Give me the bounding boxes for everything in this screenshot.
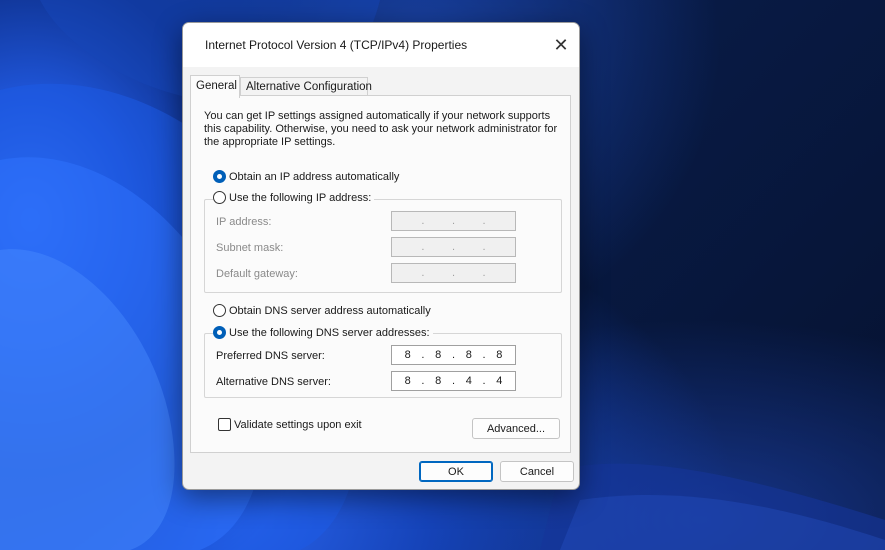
tab-general[interactable]: General [190, 75, 240, 98]
general-panel: You can get IP settings assigned automat… [190, 95, 571, 453]
dns-manual-label: Use the following DNS server addresses: [229, 326, 430, 339]
octet-separator: . [421, 375, 425, 387]
validate-settings-row[interactable]: Validate settings upon exit [218, 418, 362, 431]
octet-separator: . [482, 241, 486, 253]
octet: 8 [465, 349, 472, 361]
octet-separator: . [451, 375, 456, 387]
subnet-mask-label: Subnet mask: [216, 242, 284, 254]
ip-address-label: IP address: [216, 216, 272, 228]
octet: 8 [404, 349, 411, 361]
octet-separator: . [421, 267, 425, 279]
ip-auto-radio[interactable] [213, 170, 226, 183]
octet-separator: . [482, 267, 486, 279]
close-icon: ✕ [553, 34, 569, 55]
cancel-button[interactable]: Cancel [500, 461, 574, 482]
dns-manual-radio[interactable] [213, 326, 226, 339]
dialog-title: Internet Protocol Version 4 (TCP/IPv4) P… [205, 38, 468, 52]
octet: 8 [435, 349, 442, 361]
default-gateway-field[interactable]: . . . [391, 263, 516, 283]
title-bar: Internet Protocol Version 4 (TCP/IPv4) P… [183, 23, 579, 67]
validate-settings-checkbox[interactable] [218, 418, 231, 431]
octet-separator: . [451, 241, 456, 253]
octet-separator: . [451, 215, 456, 227]
octet: 4 [465, 375, 472, 387]
octet-separator: . [482, 215, 486, 227]
subnet-mask-field[interactable]: . . . [391, 237, 516, 257]
intro-text: You can get IP settings assigned automat… [204, 110, 558, 148]
dns-auto-radio[interactable] [213, 304, 226, 317]
tcpip-properties-dialog: Internet Protocol Version 4 (TCP/IPv4) P… [182, 22, 580, 490]
octet-separator: . [482, 375, 486, 387]
octet-separator: . [482, 349, 486, 361]
octet: 8 [404, 375, 411, 387]
octet-separator: . [421, 349, 425, 361]
preferred-dns-label: Preferred DNS server: [216, 350, 325, 362]
octet: 8 [435, 375, 442, 387]
dns-manual-radio-row[interactable]: Use the following DNS server addresses: [213, 326, 433, 339]
validate-settings-label: Validate settings upon exit [234, 418, 362, 431]
alternative-dns-field[interactable]: 8. 8. 4. 4 [391, 371, 516, 391]
ip-auto-label: Obtain an IP address automatically [229, 170, 400, 183]
ip-auto-radio-row[interactable]: Obtain an IP address automatically [213, 170, 399, 183]
ip-address-field[interactable]: . . . [391, 211, 516, 231]
octet-separator: . [421, 215, 425, 227]
ip-manual-radio-row[interactable]: Use the following IP address: [213, 191, 375, 204]
tab-alternative-configuration[interactable]: Alternative Configuration [240, 77, 372, 97]
octet: 8 [496, 349, 503, 361]
preferred-dns-field[interactable]: 8. 8. 8. 8 [391, 345, 516, 365]
ok-button[interactable]: OK [419, 461, 493, 482]
close-button[interactable]: ✕ [549, 33, 573, 57]
octet-separator: . [451, 267, 456, 279]
octet-separator: . [421, 241, 425, 253]
ip-manual-label: Use the following IP address: [229, 191, 372, 204]
ip-manual-radio[interactable] [213, 191, 226, 204]
dns-auto-label: Obtain DNS server address automatically [229, 304, 431, 317]
octet-separator: . [451, 349, 456, 361]
octet: 4 [496, 375, 503, 387]
advanced-button[interactable]: Advanced... [472, 418, 560, 439]
dns-auto-radio-row[interactable]: Obtain DNS server address automatically [213, 304, 431, 317]
default-gateway-label: Default gateway: [216, 268, 298, 280]
alternative-dns-label: Alternative DNS server: [216, 376, 331, 388]
